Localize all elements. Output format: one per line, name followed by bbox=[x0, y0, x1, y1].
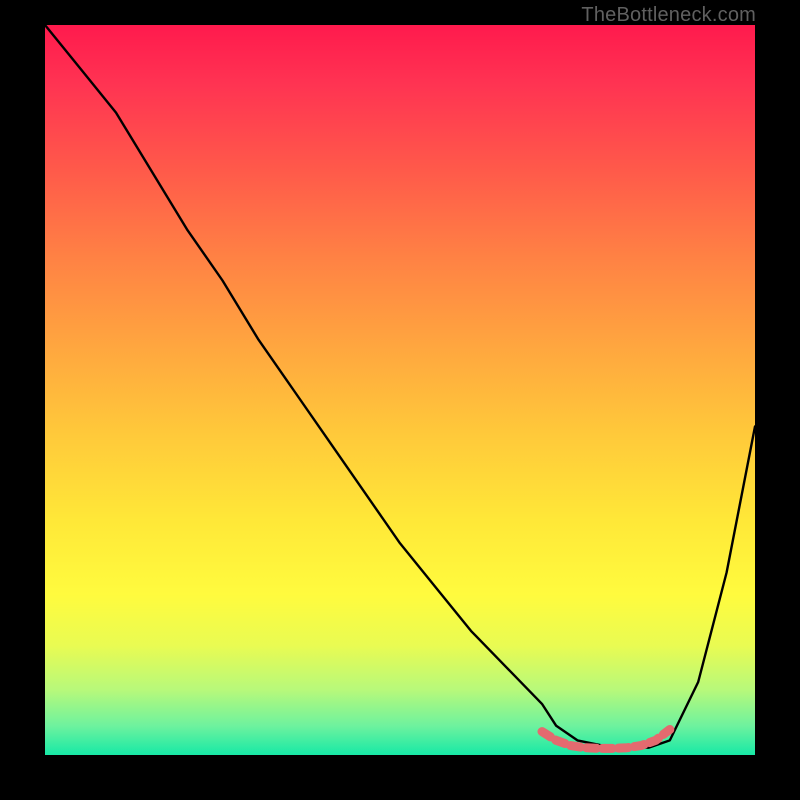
optimal-band-path bbox=[542, 730, 670, 749]
plot-area bbox=[45, 25, 755, 755]
chart-frame: TheBottleneck.com bbox=[0, 0, 800, 800]
bottleneck-curve-path bbox=[45, 25, 755, 748]
chart-svg bbox=[45, 25, 755, 755]
watermark-text: TheBottleneck.com bbox=[581, 4, 756, 27]
